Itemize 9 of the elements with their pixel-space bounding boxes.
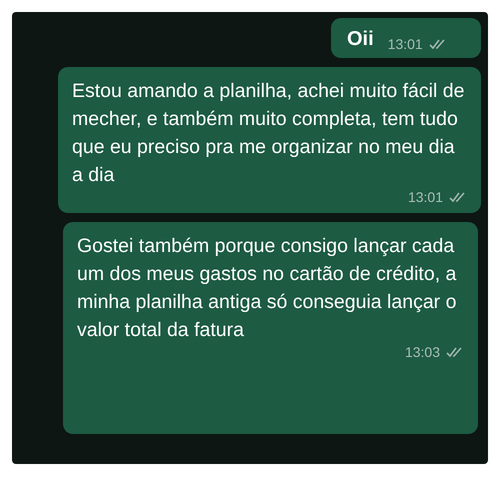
message-text: Gostei também porque consigo lançar cada um dos meus gastos no cartão de crédito, a minha planilha antiga só conseguia lançar o valor total da fatura — [77, 234, 458, 343]
double-check-icon — [446, 346, 464, 358]
double-check-icon — [449, 191, 467, 203]
message-time: 13:01 — [388, 36, 423, 52]
message-time: 13:01 — [408, 189, 443, 205]
message-text: Oii — [347, 27, 374, 52]
message-text: Estou amando a planilha, achei muito fácil de mecher, e também muito completa, tem tudo que eu preciso pra me organizar no meu dia a dia — [72, 79, 466, 188]
message-time: 13:03 — [404, 344, 440, 360]
double-check-icon — [428, 38, 447, 50]
